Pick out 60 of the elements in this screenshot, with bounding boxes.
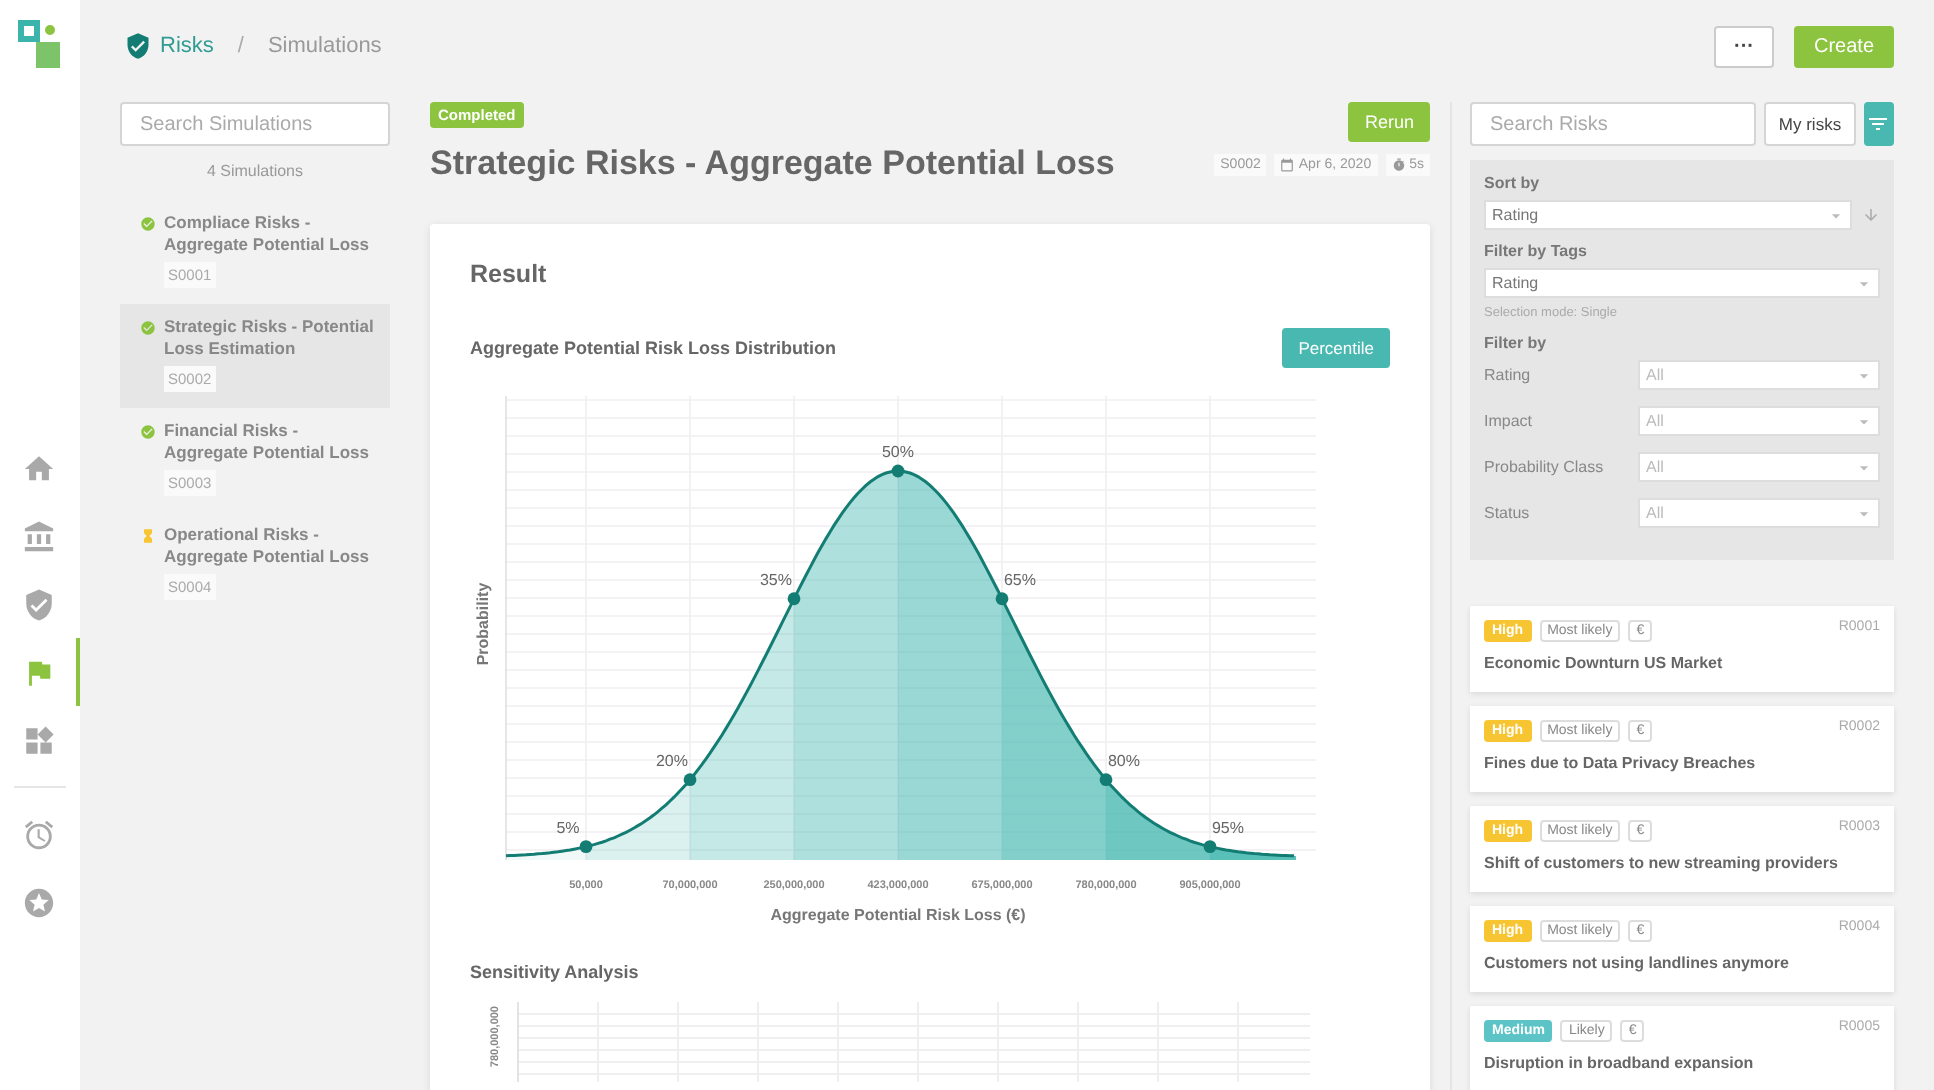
filter-label: Rating [1484, 366, 1533, 384]
filter-select[interactable]: All [1638, 498, 1880, 528]
percentile-label: 80% [1108, 751, 1140, 770]
risk-title: Economic Downturn US Market [1484, 654, 1725, 672]
risk-title: Disruption in broadband expansion [1484, 1054, 1756, 1072]
simulation-title: Operational Risks - Aggregate Potential Loss [164, 524, 371, 567]
axis-title: Probability [474, 582, 492, 666]
filter-label: Probability Class [1484, 458, 1606, 476]
percentile-point [995, 592, 1009, 606]
filter-button[interactable] [1863, 102, 1894, 146]
breadcrumb-link[interactable]: Simulations [267, 34, 382, 58]
card-heading: Result [470, 260, 549, 288]
simulation-heading: Strategic Risks - Aggregate Potential Loss [430, 144, 1115, 184]
logo-icon [18, 20, 62, 70]
filter-label: Sort by [1484, 174, 1542, 192]
filter-label: Filter by Tags [1484, 242, 1589, 260]
more-button[interactable]: ··· [1713, 25, 1774, 67]
filter-label: Filter by [1484, 334, 1549, 352]
percentile-point [683, 773, 697, 787]
search-field[interactable]: Search Risks [1470, 102, 1757, 146]
breadcrumb-separator: / [237, 34, 244, 58]
risk-title: Shift of customers to new streaming providers [1484, 854, 1840, 872]
breadcrumb-link[interactable]: Risks [160, 34, 214, 58]
percentile-point [1203, 840, 1217, 854]
filter-label: Status [1484, 504, 1532, 522]
percentile-label: 50% [882, 443, 914, 461]
percentile-label: 5% [556, 818, 580, 837]
filter-label: Impact [1484, 412, 1535, 430]
create-button[interactable]: Create [1793, 25, 1894, 67]
axis-title: Aggregate Potential Risk Loss (€) [770, 906, 1026, 924]
percentile-label: 20% [656, 751, 688, 770]
filter-select[interactable]: All [1638, 360, 1880, 390]
tags-select[interactable]: Rating [1484, 268, 1880, 298]
simulation-count: 4 Simulations [204, 162, 306, 180]
simulation-title: Compliace Risks - Aggregate Potential Loss [164, 212, 371, 255]
filter-select[interactable]: All [1638, 452, 1880, 482]
timer-icon [1391, 157, 1406, 171]
percentile-point [787, 592, 801, 606]
filter-select[interactable]: All [1638, 406, 1880, 436]
percentile-label: 95% [1212, 818, 1244, 837]
risk-title: Customers not using landlines anymore [1484, 954, 1791, 972]
chart-title: Sensitivity Analysis [470, 962, 641, 982]
risk-title: Fines due to Data Privacy Breaches [1484, 754, 1758, 772]
simulation-title: Financial Risks - Aggregate Potential Loss [164, 420, 371, 463]
search-field[interactable]: Search Simulations [120, 102, 390, 146]
percentile-point [891, 464, 905, 478]
percentile-label: 65% [1004, 570, 1036, 589]
my-risks-button[interactable]: My risks [1764, 102, 1856, 146]
sort-direction-icon[interactable] [1862, 206, 1880, 224]
rerun-button[interactable]: Rerun [1348, 102, 1430, 142]
calendar-icon [1280, 157, 1295, 171]
percentile-point [1099, 773, 1113, 787]
percentile-point [579, 840, 593, 854]
sort-select[interactable]: Rating [1484, 200, 1852, 230]
simulation-title: Strategic Risks - Potential Loss Estimation [164, 316, 374, 359]
percentile-label: 35% [760, 570, 792, 589]
filter-icon [1866, 112, 1891, 136]
percentile-button[interactable]: Percentile [1282, 328, 1390, 368]
shield-icon [124, 32, 152, 60]
chart-title: Aggregate Potential Risk Loss Distribution [470, 338, 837, 358]
